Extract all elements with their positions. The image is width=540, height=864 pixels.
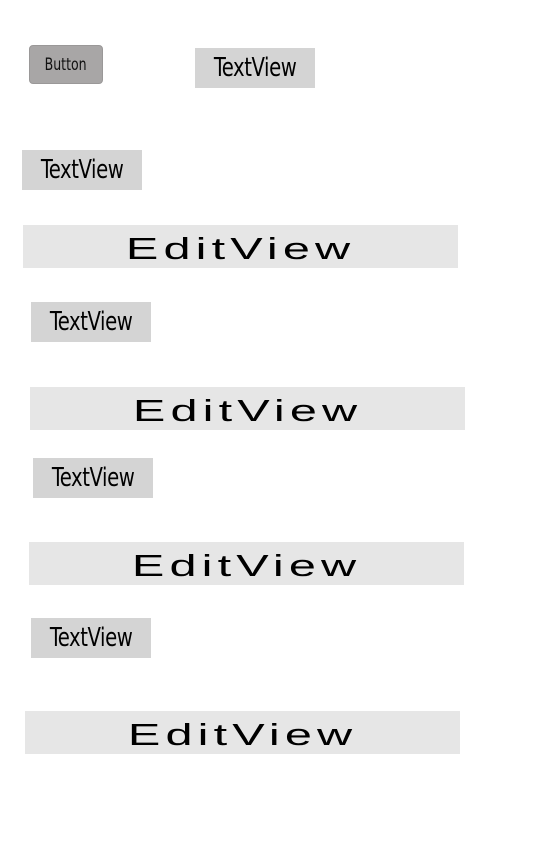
textview-2: TextView bbox=[22, 150, 142, 190]
editview-2[interactable]: EditView bbox=[30, 387, 465, 430]
editview-3[interactable]: EditView bbox=[29, 542, 464, 585]
textview-5: TextView bbox=[31, 618, 151, 658]
textview-3: TextView bbox=[31, 302, 151, 342]
editview-4[interactable]: EditView bbox=[25, 711, 460, 754]
button-label: Button bbox=[44, 54, 87, 75]
textview-4: TextView bbox=[33, 458, 153, 498]
button[interactable]: Button bbox=[29, 45, 103, 84]
textview-1: TextView bbox=[195, 48, 315, 88]
editview-1[interactable]: EditView bbox=[23, 225, 458, 268]
